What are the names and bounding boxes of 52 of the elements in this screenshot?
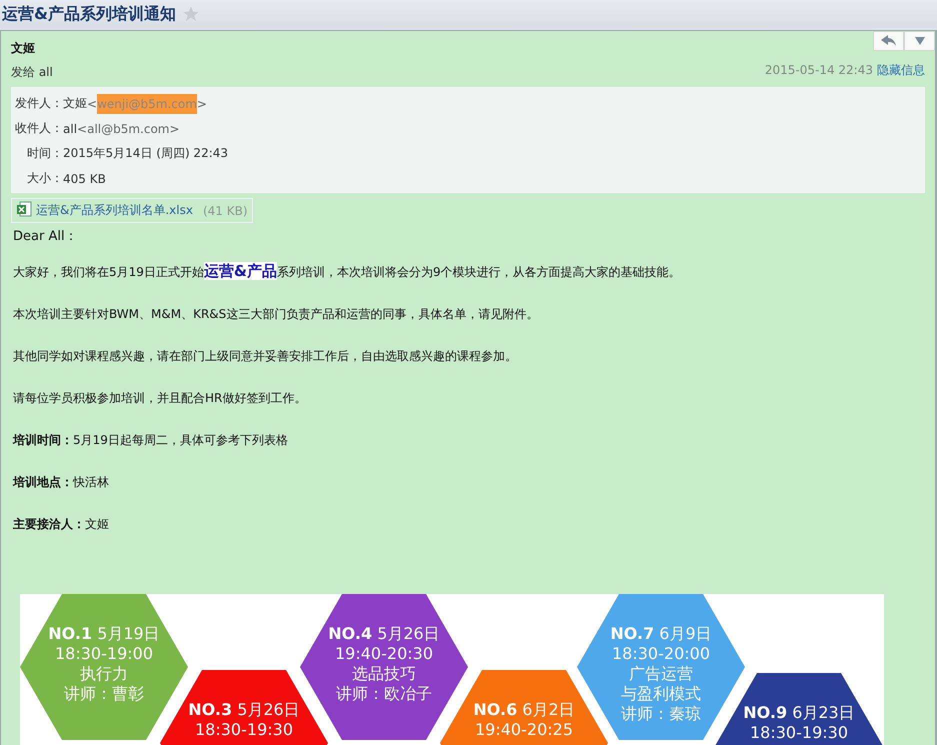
- star-icon[interactable]: [182, 5, 200, 23]
- course-line: 18:30-19:30: [195, 720, 293, 740]
- reply-button[interactable]: [873, 31, 904, 51]
- course-title: NO.9 6月23日: [743, 703, 855, 723]
- caret-icon: [914, 37, 924, 45]
- course-line: 讲师：曹彰: [64, 684, 144, 704]
- detail-label: 发件人：: [15, 95, 63, 112]
- paragraph: 大家好，我们将在5月19日正式开始运营&产品系列培训，本次培训将会分为9个模块进行，从各方面提高大家的基础技能。: [13, 261, 682, 282]
- email-address: >: [196, 96, 207, 110]
- detail-label: 大小：: [27, 170, 63, 187]
- detail-value: 文姬: [63, 95, 87, 112]
- course-title: NO.6 6月2日: [473, 700, 575, 720]
- paragraph: 请每位学员积极参加培训，并且配合HR做好签到工作。: [13, 390, 308, 407]
- paragraph: 其他同学如对课程感兴趣，请在部门上级同意并妥善安排工作后，自由选取感兴趣的课程参加。: [13, 348, 518, 365]
- detail-value: 405 KB: [63, 172, 106, 186]
- paragraph: 培训地点：快活林: [13, 474, 110, 491]
- course-line: 与盈利模式: [621, 684, 701, 704]
- course-title: NO.4 5月26日: [328, 624, 440, 644]
- detail-label: 收件人：: [15, 120, 63, 137]
- email-address: <all@b5m.com>: [77, 122, 180, 136]
- course-line: 讲师：秦琼: [621, 704, 701, 724]
- highlighted-address: wenji@b5m.com: [97, 94, 197, 114]
- detail-value: all: [63, 122, 78, 136]
- course-line: 19:40-20:25: [475, 720, 573, 740]
- detail-label: 时间：: [27, 145, 63, 162]
- hide-info-link[interactable]: 隐藏信息: [877, 63, 925, 77]
- course-line: 讲师：欧冶子: [336, 684, 432, 704]
- email-subject: 运营&产品系列培训通知: [2, 4, 176, 24]
- sender-name: 文姬: [11, 40, 36, 57]
- course-line: 18:30-19:30: [750, 723, 848, 743]
- course-title: NO.7 6月9日: [610, 624, 712, 644]
- course-line: 19:40-20:30: [335, 644, 433, 664]
- paragraph: 培训时间：5月19日起每周二，具体可参考下列表格: [13, 432, 289, 449]
- attachment-name[interactable]: 运营&产品系列培训名单.xlsx: [36, 202, 193, 219]
- reply-icon: [880, 35, 896, 47]
- attachment-chip[interactable]: 运营&产品系列培训名单.xlsx (41 KB): [11, 198, 253, 223]
- greeting: Dear All：: [13, 228, 79, 246]
- course-line: 18:30-20:00: [612, 644, 710, 664]
- paragraph: 本次培训主要针对BWM、M&M、KR&S这三大部门负责产品和运营的同事，具体名单，请见附件。: [13, 306, 540, 323]
- paragraph: 主要接洽人：文姬: [13, 516, 110, 533]
- attachment-size: (41 KB): [202, 204, 248, 218]
- course-title: NO.1 5月19日: [48, 624, 160, 644]
- course-title: NO.3 5月26日: [188, 700, 300, 720]
- email-address: <: [87, 96, 98, 110]
- detail-value: 2015年5月14日 (周四) 22:43: [63, 145, 228, 162]
- recipient-line: 发给 all: [11, 64, 53, 81]
- course-line: 执行力: [80, 664, 128, 684]
- course-line: 广告运营: [629, 664, 693, 684]
- course-line: 选品技巧: [352, 664, 416, 684]
- course-line: 18:30-19:00: [55, 644, 153, 664]
- sent-date: 2015-05-14 22:43: [764, 63, 873, 77]
- more-button[interactable]: [904, 31, 935, 51]
